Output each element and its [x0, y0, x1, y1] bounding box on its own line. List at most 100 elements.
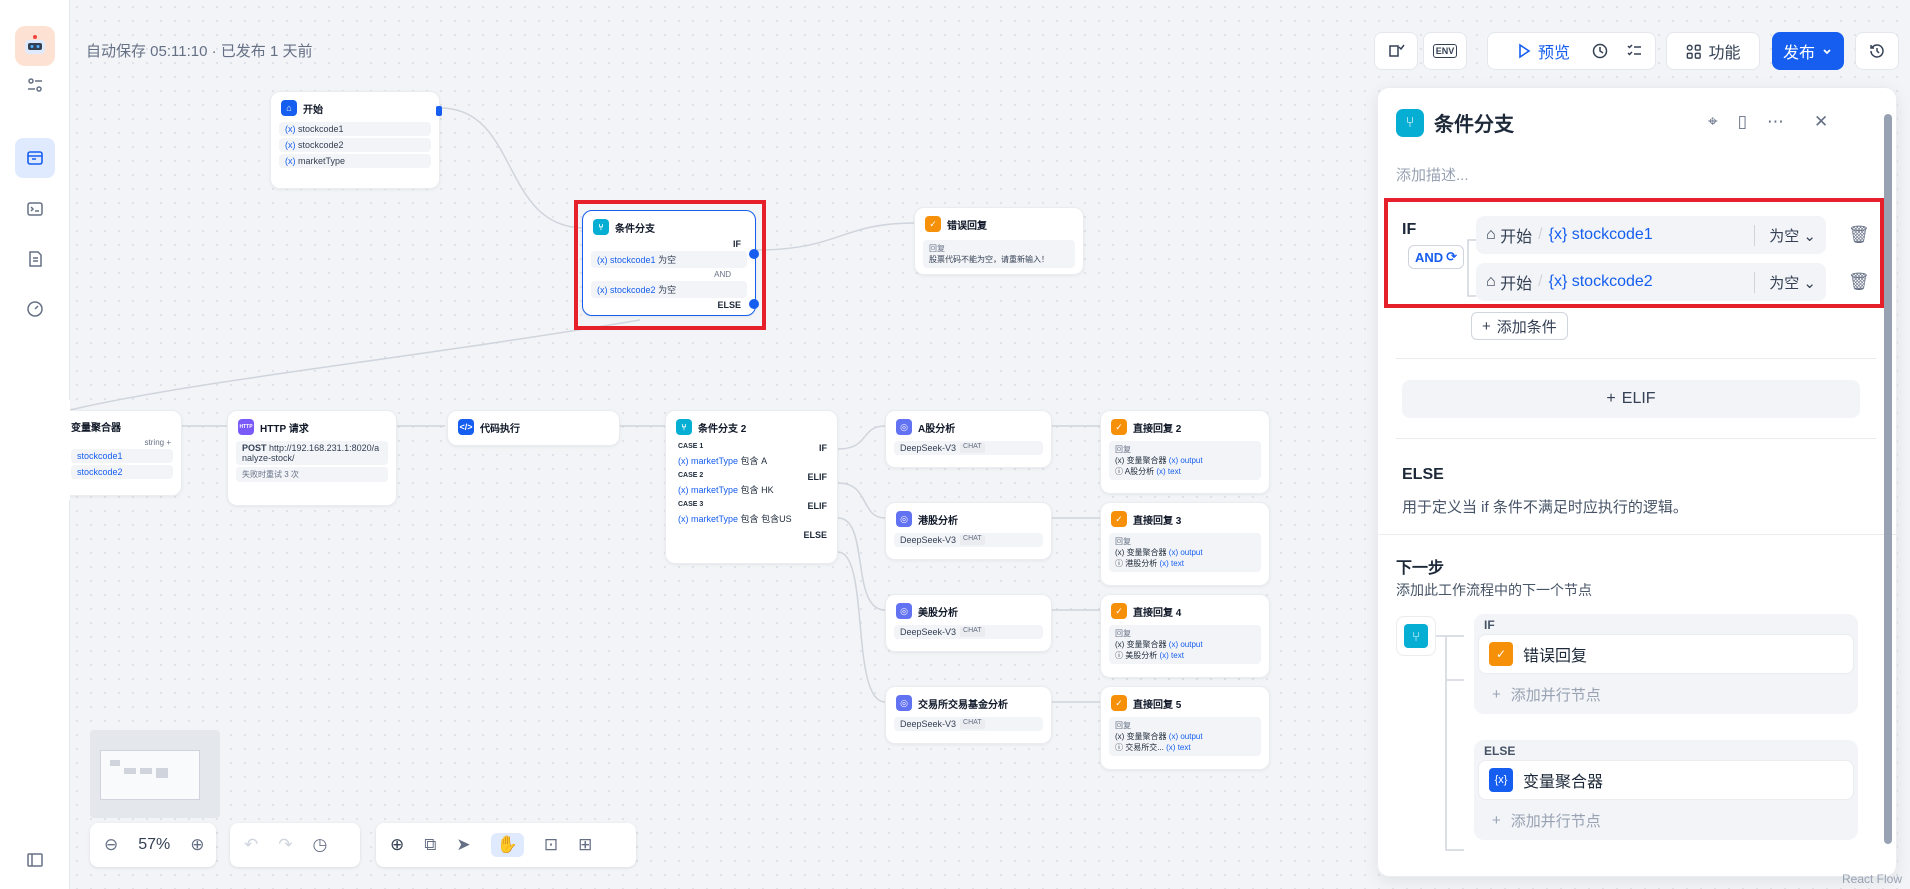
reply-l2: 交易所交... — [1125, 743, 1164, 752]
node-condition-branch-2[interactable]: ⑂ 条件分支 2 CASE 1 IF (x) marketType 包含 A CAS… — [665, 410, 838, 564]
publish-button[interactable]: 发布 — [1772, 32, 1844, 70]
autosave-status: 自动保存 05:11:10 · 已发布 1 天前 — [86, 43, 313, 60]
current-node-icon: ⑂ — [1396, 616, 1436, 656]
env-button[interactable]: ENV — [1423, 32, 1467, 70]
docs-icon[interactable]: ▯ — [1738, 112, 1747, 132]
pointer-icon[interactable]: ➤ — [456, 835, 470, 855]
add-note-icon[interactable]: ⧉ — [424, 835, 436, 855]
checklist-list-icon[interactable] — [1625, 42, 1643, 60]
checklist-button[interactable] — [1374, 32, 1418, 70]
if-branch-group: IF ✓ 错误回复 + 添加并行节点 — [1474, 614, 1858, 714]
reply-l1v: output — [1180, 456, 1203, 465]
model-name: DeepSeek-V3 — [900, 719, 957, 729]
run-history-icon[interactable] — [1591, 42, 1609, 60]
terminal-icon[interactable] — [15, 189, 55, 229]
history-icon[interactable]: ◷ — [313, 835, 328, 855]
redo-icon[interactable]: ↷ — [278, 835, 292, 855]
export-image-icon[interactable]: ⊡ — [544, 835, 558, 855]
reply-label: 回复 — [1115, 445, 1131, 454]
env-label: ENV — [1432, 44, 1458, 58]
app-logo-icon[interactable] — [15, 26, 55, 66]
reply-l2v: text — [1177, 743, 1191, 752]
branch-icon: ⑂ — [676, 419, 692, 435]
node-direct-reply-5[interactable]: ✓ 直接回复 5 回复 (x) 变量聚合器 (x) output ⓘ 交易所交..… — [1100, 686, 1270, 770]
next-node-variable-aggregator[interactable]: {x} 变量聚合器 — [1478, 760, 1854, 800]
history-icon — [1870, 44, 1884, 58]
zoom-in-icon[interactable]: ⊕ — [190, 835, 204, 855]
reply-l1: 变量聚合器 — [1126, 640, 1167, 649]
node-llm-us[interactable]: ◎ 美股分析 DeepSeek-V3 CHAT — [885, 594, 1052, 652]
add-condition-button[interactable]: + 添加条件 — [1471, 312, 1568, 340]
rail-cover — [0, 400, 70, 500]
reply-label: 回复 — [929, 244, 945, 253]
undo-icon[interactable]: ↶ — [244, 835, 258, 855]
node-title: 直接回复 4 — [1133, 607, 1182, 619]
node-title: 直接回复 3 — [1133, 515, 1182, 527]
reply-icon: ✓ — [1111, 419, 1127, 435]
case-2-var: marketType — [691, 485, 739, 495]
add-parallel-node-if[interactable]: + 添加并行节点 — [1478, 676, 1854, 712]
node-code[interactable]: </> 代码执行 — [447, 410, 620, 446]
node-direct-reply-3[interactable]: ✓ 直接回复 3 回复 (x) 变量聚合器 (x) output ⓘ 港股分析 (… — [1100, 502, 1270, 586]
add-elif-button[interactable]: + ELIF — [1402, 380, 1860, 418]
locate-icon[interactable]: ⌖ — [1708, 112, 1718, 132]
reply-l1v: output — [1180, 732, 1203, 741]
case-1-val: A — [761, 456, 768, 466]
node-variable-aggregator[interactable]: 变量聚合器 string + stockcode1 stockcode2 — [56, 410, 182, 496]
node-error-reply[interactable]: ✓ 错误回复 回复 股票代码不能为空，请重新输入！ — [914, 207, 1084, 275]
panel-scrollbar[interactable] — [1884, 114, 1892, 844]
preview-label: 预览 — [1537, 45, 1570, 62]
node-start[interactable]: ⌂ 开始 (x) stockcode1 (x) stockcode2 (x) ma… — [270, 91, 442, 189]
add-condition-label: 添加条件 — [1496, 318, 1557, 336]
node-title: 错误回复 — [947, 220, 987, 232]
version-history-button[interactable] — [1855, 32, 1899, 70]
chevron-down-icon — [1823, 49, 1831, 55]
more-icon[interactable]: ⋯ — [1767, 112, 1784, 132]
close-icon[interactable]: ✕ — [1814, 112, 1828, 132]
case-1-var: marketType — [691, 456, 739, 466]
reply-icon: ✓ — [925, 216, 941, 232]
orchestrate-icon[interactable] — [15, 138, 55, 178]
case-2-kind: ELIF — [807, 472, 828, 482]
case-3-kind: ELIF — [807, 501, 828, 511]
features-button[interactable]: 功能 — [1666, 32, 1760, 70]
home-icon: ⌂ — [281, 100, 297, 116]
case-3-val: 包含US — [761, 514, 792, 524]
features-icon — [1687, 44, 1702, 59]
node-llm-etf[interactable]: ◎ 交易所交易基金分析 DeepSeek-V3 CHAT — [885, 686, 1052, 744]
node-direct-reply-2[interactable]: ✓ 直接回复 2 回复 (x) 变量聚合器 (x) output ⓘ A股分析 (… — [1100, 410, 1270, 494]
agg-type: string — [144, 438, 165, 447]
sidebar-toggle-icon[interactable] — [15, 840, 55, 880]
reply-l2: A股分析 — [1124, 467, 1155, 476]
next-node-error-reply[interactable]: ✓ 错误回复 — [1478, 634, 1854, 674]
reply-l2v: text — [1171, 559, 1184, 568]
plus-icon: + — [1606, 390, 1616, 407]
settings-sliders-icon[interactable] — [15, 65, 55, 105]
else-title: ELSE — [1402, 466, 1444, 483]
checklist-icon — [1389, 44, 1405, 57]
reply-icon: ✓ — [1489, 642, 1513, 666]
description-input[interactable]: 添加描述... — [1396, 164, 1469, 185]
model-name: DeepSeek-V3 — [900, 443, 957, 453]
logs-icon[interactable] — [15, 239, 55, 279]
node-llm-hk[interactable]: ◎ 港股分析 DeepSeek-V3 CHAT — [885, 502, 1052, 560]
layout-icon[interactable]: ⊞ — [578, 835, 592, 855]
node-llm-a-share[interactable]: ◎ A股分析 DeepSeek-V3 CHAT — [885, 410, 1052, 468]
add-parallel-node-else[interactable]: + 添加并行节点 — [1478, 802, 1854, 838]
run-history-group — [1578, 32, 1656, 70]
output-handle[interactable] — [436, 106, 442, 116]
start-var-1: stockcode1 — [298, 124, 344, 134]
minimap[interactable] — [90, 730, 220, 818]
add-node-icon[interactable]: ⊕ — [390, 835, 404, 855]
monitor-gauge-icon[interactable] — [15, 289, 55, 329]
zoom-level[interactable]: 57% — [138, 836, 170, 854]
node-http-request[interactable]: HTTP HTTP 请求 POST http://192.168.231.1:80… — [227, 410, 397, 506]
hand-icon[interactable]: ✋ — [490, 833, 524, 857]
case-3-var: marketType — [691, 514, 739, 524]
case-2-val: HK — [761, 485, 774, 495]
node-direct-reply-4[interactable]: ✓ 直接回复 4 回复 (x) 变量聚合器 (x) output ⓘ 美股分析 (… — [1100, 594, 1270, 678]
zoom-controls: ⊖ 57% ⊕ — [90, 823, 216, 867]
zoom-out-icon[interactable]: ⊖ — [104, 835, 118, 855]
code-icon: </> — [458, 419, 474, 435]
else-label: ELSE — [803, 530, 827, 540]
